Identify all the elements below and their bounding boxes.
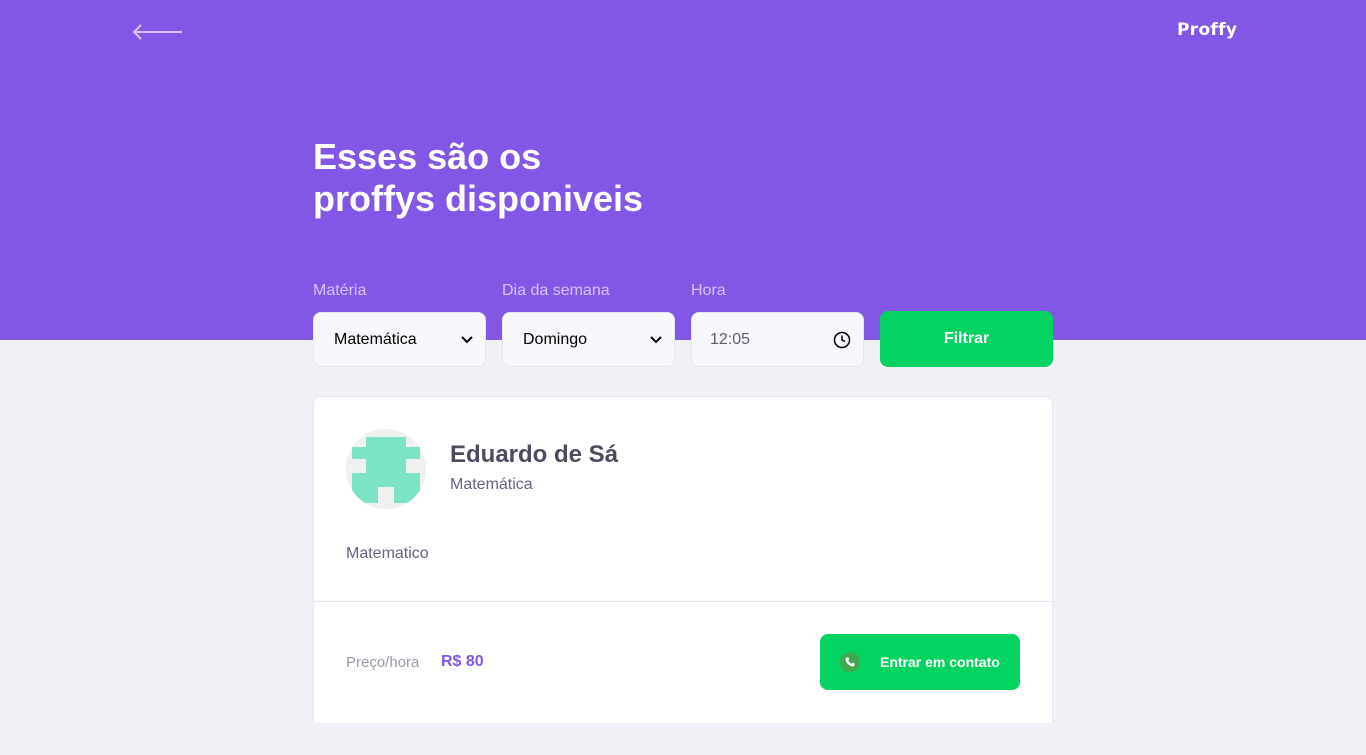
page-title: Esses são os proffys disponiveis — [313, 136, 733, 220]
price-value: R$ 80 — [441, 653, 484, 670]
time-input-value: 12:05 — [710, 330, 751, 348]
subject-select[interactable]: Matemática — [313, 312, 486, 367]
price-label: Preço/hora — [346, 654, 420, 671]
weekday-label: Dia da semana — [502, 282, 610, 299]
chevron-down-icon — [650, 335, 662, 343]
weekday-select-value: Domingo — [523, 330, 588, 348]
teacher-name: Eduardo de Sá — [450, 441, 619, 468]
clock-icon[interactable] — [833, 331, 851, 349]
whatsapp-icon — [840, 652, 860, 672]
contact-button-label: Entrar em contato — [880, 654, 1000, 670]
teacher-bio: Matematico — [346, 545, 429, 562]
time-input[interactable]: 12:05 — [691, 312, 864, 367]
teacher-subject: Matemática — [450, 476, 533, 493]
weekday-select[interactable]: Domingo — [502, 312, 675, 367]
time-label: Hora — [691, 282, 726, 299]
back-arrow-icon[interactable] — [132, 22, 184, 42]
card-footer: Preço/hora R$ 80 Entrar em contato — [314, 601, 1052, 723]
teacher-avatar — [346, 429, 426, 509]
identicon-avatar — [346, 429, 426, 509]
subject-select-value: Matemática — [334, 330, 417, 348]
proffy-logo: Proffy — [1177, 20, 1238, 40]
contact-button[interactable]: Entrar em contato — [820, 634, 1020, 690]
page-title-line-2: proffys disponiveis — [313, 178, 644, 219]
teacher-card: Eduardo de Sá Matemática Matematico Preç… — [313, 396, 1053, 723]
filter-button[interactable]: Filtrar — [880, 311, 1053, 367]
page-header: Proffy Esses são os proffys disponiveis … — [0, 0, 1366, 340]
chevron-down-icon — [461, 335, 473, 343]
subject-label: Matéria — [313, 282, 367, 299]
page-title-line-1: Esses são os — [313, 136, 542, 177]
